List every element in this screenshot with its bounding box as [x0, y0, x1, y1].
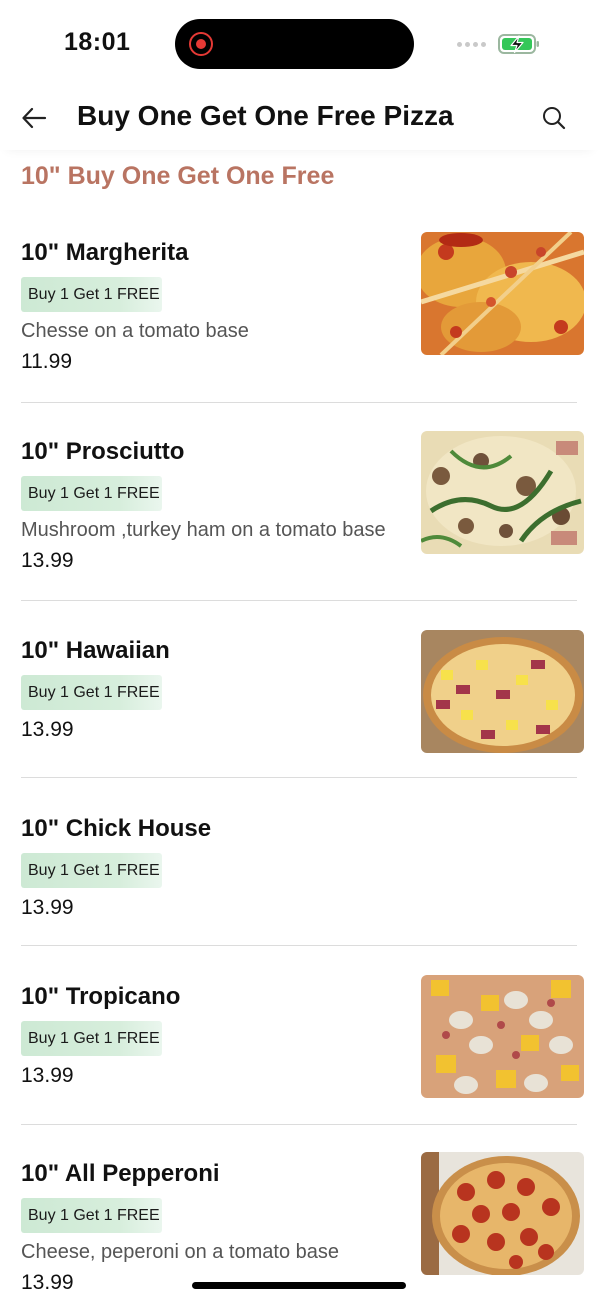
home-indicator[interactable] [192, 1282, 406, 1289]
margherita-pizza-photo[interactable] [421, 232, 584, 355]
status-time: 18:01 [64, 28, 131, 56]
item-description: Mushroom ,turkey ham on a tomato base [21, 519, 386, 541]
item-name: 10" Tropicano [21, 983, 181, 1010]
item-price: 11.99 [21, 350, 72, 373]
dynamic-island [175, 19, 414, 69]
tropicano-pizza-photo[interactable] [421, 975, 584, 1098]
promo-badge: Buy 1 Get 1 FREE [21, 1021, 162, 1056]
search-icon [543, 107, 566, 130]
menu-item-tropicano[interactable]: 10" Tropicano Buy 1 Get 1 FREE 13.99 [0, 954, 598, 1132]
item-name: 10" Hawaiian [21, 637, 170, 664]
prosciutto-pizza-photo[interactable] [421, 431, 584, 554]
pepperoni-pizza-photo[interactable] [421, 1152, 584, 1275]
section-title: 10" Buy One Get One Free [21, 162, 335, 190]
recording-icon [189, 32, 213, 56]
divider [21, 600, 577, 601]
item-description: Chesse on a tomato base [21, 320, 249, 342]
divider [21, 945, 577, 946]
item-price: 13.99 [21, 549, 74, 572]
item-description: Cheese, peperoni on a tomato base [21, 1241, 339, 1263]
item-name: 10" All Pepperoni [21, 1160, 220, 1187]
promo-badge: Buy 1 Get 1 FREE [21, 675, 162, 710]
promo-badge: Buy 1 Get 1 FREE [21, 853, 162, 888]
arrow-left-icon [22, 107, 47, 129]
page-title: Buy One Get One Free Pizza [77, 100, 454, 131]
item-name: 10" Chick House [21, 815, 212, 842]
cellular-signal-icon [457, 42, 486, 47]
battery-charging-icon [498, 34, 539, 54]
hawaiian-pizza-photo[interactable] [421, 630, 584, 753]
menu-item-prosciutto[interactable]: 10" Prosciutto Buy 1 Get 1 FREE Mushroom… [0, 409, 598, 608]
menu-list: 10" Margherita Buy 1 Get 1 FREE Chesse o… [0, 210, 598, 1294]
screen: 18:01 Buy One Get One Free Pizza 10" Buy… [0, 0, 598, 1300]
promo-badge: Buy 1 Get 1 FREE [21, 476, 162, 511]
item-price: 13.99 [21, 1064, 74, 1087]
item-name: 10" Prosciutto [21, 438, 185, 465]
item-name: 10" Margherita [21, 239, 189, 266]
menu-item-all-pepperoni[interactable]: 10" All Pepperoni Buy 1 Get 1 FREE Chees… [0, 1132, 598, 1294]
item-price: 13.99 [21, 896, 74, 919]
item-price: 13.99 [21, 718, 74, 741]
back-button[interactable] [18, 102, 50, 134]
status-bar: 18:01 [0, 0, 598, 88]
search-button[interactable] [538, 102, 570, 134]
promo-badge: Buy 1 Get 1 FREE [21, 1198, 162, 1233]
promo-badge: Buy 1 Get 1 FREE [21, 277, 162, 312]
menu-item-margherita[interactable]: 10" Margherita Buy 1 Get 1 FREE Chesse o… [0, 210, 598, 409]
navigation-header: Buy One Get One Free Pizza [0, 88, 598, 150]
divider [21, 402, 577, 403]
menu-item-hawaiian[interactable]: 10" Hawaiian Buy 1 Get 1 FREE 13.99 [0, 608, 598, 785]
menu-item-chick-house[interactable]: 10" Chick House Buy 1 Get 1 FREE 13.99 [0, 785, 598, 954]
divider [21, 777, 577, 778]
item-price: 13.99 [21, 1271, 74, 1294]
divider [21, 1124, 577, 1125]
